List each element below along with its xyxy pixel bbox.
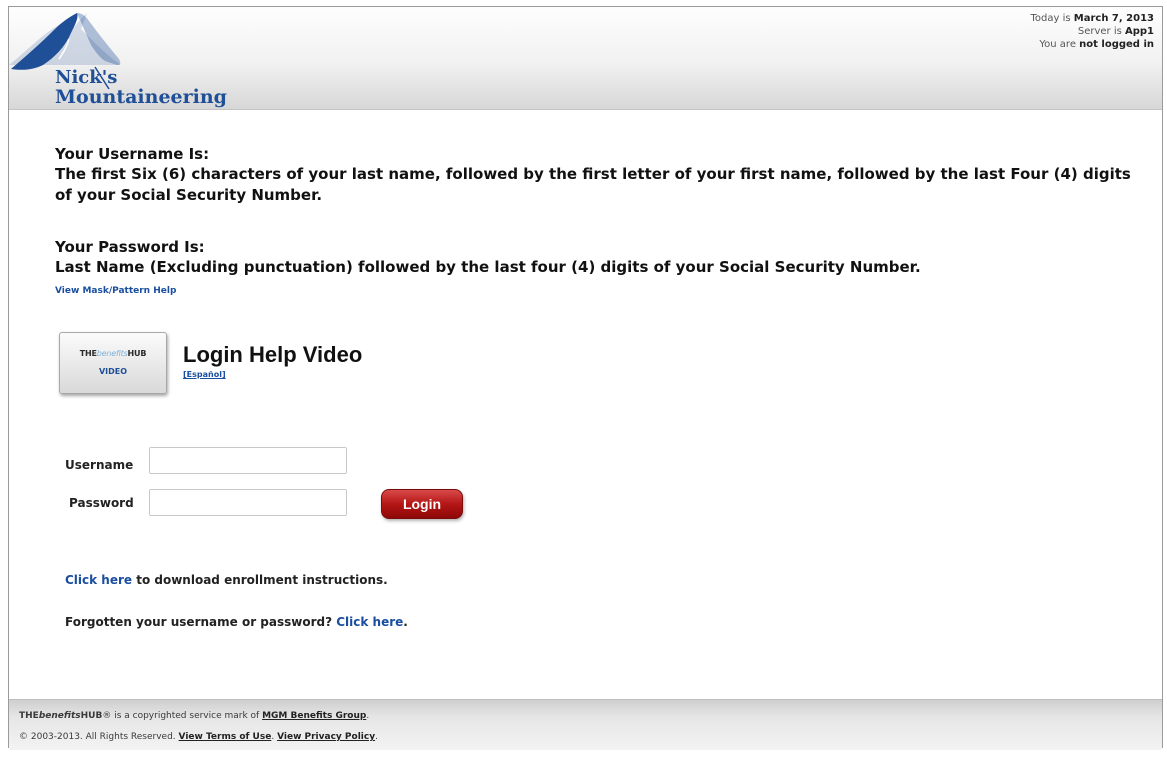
- server-status: Server is App1: [1030, 25, 1154, 38]
- username-instructions: The first Six (6) characters of your las…: [55, 165, 1131, 204]
- username-title: Your Username Is:: [55, 145, 210, 163]
- badge-brand-the: THE: [79, 349, 97, 358]
- password-title: Your Password Is:: [55, 238, 205, 256]
- date-status: Today is March 7, 2013: [1030, 12, 1154, 25]
- video-badge-label: VIDEO: [98, 367, 128, 376]
- login-prefix: You are: [1039, 39, 1080, 50]
- site-logo[interactable]: Nick's Mountaineering: [9, 7, 249, 108]
- video-badge-brand: THEbenefitsHUB: [60, 349, 166, 358]
- forgot-text: Forgotten your username or password?: [65, 615, 337, 629]
- footer-brand-hub: HUB: [80, 711, 103, 721]
- password-label: Password: [69, 496, 134, 510]
- username-label: Username: [65, 458, 134, 472]
- video-badge-button[interactable]: THEbenefitsHUB VIDEO: [59, 332, 167, 394]
- login-status-value: not logged in: [1079, 39, 1154, 50]
- footer-copyright: © 2003-2013. All Rights Reserved. View T…: [19, 732, 378, 742]
- page-frame: Nick's Mountaineering Today is March 7, …: [8, 6, 1163, 750]
- instructions: Your Username Is: The first Six (6) char…: [55, 145, 1135, 296]
- enrollment-text: to download enrollment instructions.: [132, 573, 388, 587]
- password-instructions-block: Your Password Is: Last Name (Excluding p…: [55, 238, 1135, 297]
- current-date: March 7, 2013: [1073, 13, 1154, 24]
- copyright-text: © 2003-2013. All Rights Reserved.: [19, 732, 179, 742]
- logo-name-line1: Nick's: [55, 67, 118, 88]
- video-title: Login Help Video: [183, 342, 363, 367]
- footer-service-mark-text: ® is a copyrighted service mark of: [102, 711, 263, 721]
- logo-name-line2: Mountaineering: [55, 86, 227, 108]
- mgm-benefits-link[interactable]: MGM Benefits Group: [262, 711, 366, 721]
- login-button[interactable]: Login: [381, 489, 463, 519]
- badge-brand-hub: HUB: [127, 349, 147, 358]
- forgot-credentials-link[interactable]: Click here: [336, 615, 403, 629]
- forgot-credentials-line: Forgotten your username or password? Cli…: [65, 615, 408, 629]
- terms-of-use-link[interactable]: View Terms of Use: [179, 732, 272, 742]
- footer-period-2: .: [375, 732, 378, 742]
- footer-service-mark: THEbenefitsHUB® is a copyrighted service…: [19, 711, 369, 721]
- footer-brand-benefits: benefits: [38, 711, 81, 721]
- server-name: App1: [1124, 26, 1154, 37]
- footer: THEbenefitsHUB® is a copyrighted service…: [9, 699, 1162, 750]
- password-input[interactable]: [149, 489, 347, 516]
- password-instructions: Last Name (Excluding punctuation) follow…: [55, 258, 921, 276]
- badge-brand-benefits: benefits: [96, 349, 128, 358]
- spanish-video-link[interactable]: [Español]: [183, 370, 226, 379]
- username-input[interactable]: [149, 447, 347, 474]
- status-panel: Today is March 7, 2013 Server is App1 Yo…: [1030, 12, 1154, 51]
- header: Nick's Mountaineering Today is March 7, …: [9, 7, 1162, 110]
- mask-pattern-help-link[interactable]: View Mask/Pattern Help: [55, 286, 176, 296]
- footer-period: .: [366, 711, 370, 721]
- footer-brand-the: THE: [19, 711, 39, 721]
- forgot-period: .: [403, 615, 408, 629]
- login-status: You are not logged in: [1030, 38, 1154, 51]
- privacy-policy-link[interactable]: View Privacy Policy: [277, 732, 375, 742]
- date-prefix: Today is: [1030, 13, 1074, 24]
- enrollment-line: Click here to download enrollment instru…: [65, 573, 388, 587]
- server-prefix: Server is: [1077, 26, 1125, 37]
- enrollment-instructions-link[interactable]: Click here: [65, 573, 132, 587]
